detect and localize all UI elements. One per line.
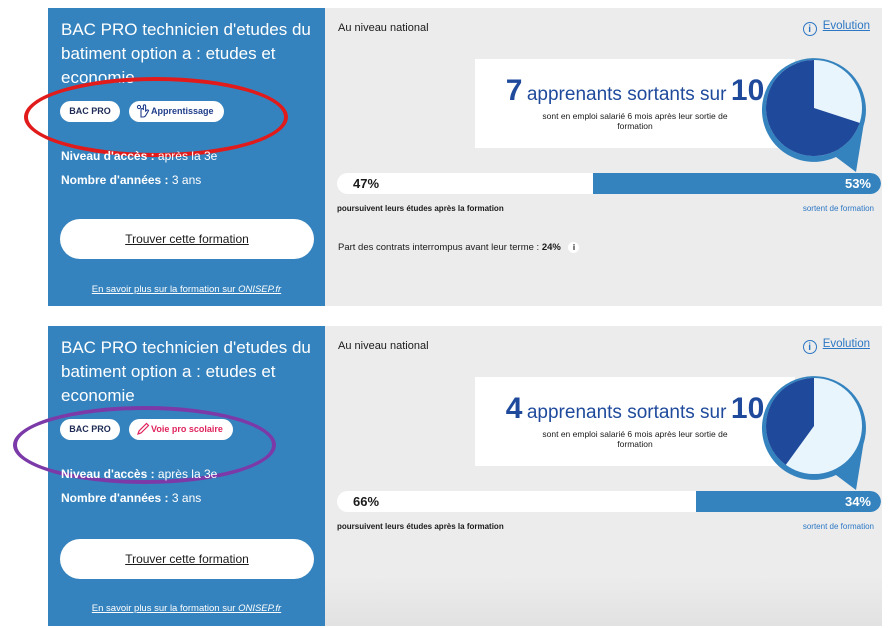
bar-right-segment: 34% [696, 491, 881, 512]
employment-pie-chart [761, 58, 866, 173]
stat-number: 4 [505, 392, 523, 425]
employment-pie-chart [761, 376, 866, 490]
formation-card-scolaire: BAC PRO technicien d'etudes du batiment … [13, 326, 882, 626]
bar-right-label: sortent de formation [802, 522, 874, 531]
national-label: Au niveau national [338, 340, 429, 352]
fade-overlay [325, 576, 882, 626]
formation-panel: BAC PRO technicien d'etudes du batiment … [24, 8, 325, 306]
evolution-link-text[interactable]: Evolution [823, 338, 870, 350]
stat-headline: 7 apprenants sortants sur 10 [475, 76, 795, 106]
annees-value: 3 ans [171, 491, 202, 505]
interrupt-value: 24% [541, 242, 561, 253]
annees-label: Nombre d'années : [61, 491, 169, 505]
evolution-link-text[interactable]: Evolution [823, 20, 870, 32]
formation-title: BAC PRO technicien d'etudes du batiment … [61, 20, 311, 87]
bar-left-label: poursuivent leurs études après la format… [337, 204, 504, 213]
employment-stat-box: 4 apprenants sortants sur 10 sont en emp… [475, 377, 795, 466]
bar-right-label: sortent de formation [802, 204, 874, 213]
stats-panel: Au niveau national i Evolution 7 apprenan… [325, 8, 882, 306]
info-circle-icon[interactable]: i [802, 340, 817, 354]
national-label: Au niveau national [338, 22, 429, 34]
onisep-link-text[interactable]: En savoir plus sur la formation sur [92, 603, 236, 614]
niveau-value: après la 3e [157, 467, 218, 481]
bar-left-value: 66% [353, 494, 380, 509]
info-icon[interactable]: i [568, 242, 580, 253]
onisep-link[interactable]: En savoir plus sur la formation sur ONIS… [48, 284, 325, 295]
voie-badge-label: Voie pro scolaire [151, 424, 223, 434]
nombre-annees: Nombre d'années : 3 ans [61, 173, 201, 187]
stat-subtitle: sont en emploi salarié 6 mois après leur… [542, 111, 728, 131]
formation-panel: BAC PRO technicien d'etudes du batiment … [13, 326, 325, 626]
onisep-site[interactable]: ONISEP.fr [238, 284, 281, 295]
stats-panel: Au niveau national i Evolution 4 apprenan… [325, 326, 882, 626]
evolution-link[interactable]: i Evolution [802, 338, 870, 354]
onisep-link-text[interactable]: En savoir plus sur la formation sur [92, 284, 236, 295]
bar-right-value: 53% [844, 176, 871, 191]
outcome-bar: 66% 34% [337, 491, 881, 512]
niveau-label: Niveau d'accès : [61, 467, 155, 481]
stat-subtitle: sont en emploi salarié 6 mois après leur… [542, 429, 728, 449]
stat-headline: 4 apprenants sortants sur 10 [475, 394, 795, 424]
voie-badge-label: Apprentissage [151, 106, 214, 116]
niveau-acces: Niveau d'accès : après la 3e [61, 467, 217, 481]
pencil-icon [136, 422, 150, 436]
formation-card-apprentissage: BAC PRO technicien d'etudes du batiment … [24, 8, 882, 306]
find-formation-button[interactable]: Trouver cette formation [60, 539, 314, 579]
niveau-value: après la 3e [157, 149, 218, 163]
stat-text: apprenants sortants sur [526, 84, 727, 105]
bar-left-value: 47% [353, 176, 380, 191]
nombre-annees: Nombre d'années : 3 ans [61, 491, 201, 505]
formation-title: BAC PRO technicien d'etudes du batiment … [61, 338, 311, 405]
bar-left-label: poursuivent leurs études après la format… [337, 522, 504, 531]
outcome-bar: 47% 53% [337, 173, 881, 194]
interrupted-contracts: Part des contrats interrompus avant leur… [338, 242, 580, 253]
employment-stat-box: 7 apprenants sortants sur 10 sont en emp… [475, 59, 795, 148]
info-circle-icon[interactable]: i [802, 22, 817, 36]
diploma-badge: BAC PRO [60, 101, 120, 122]
onisep-link[interactable]: En savoir plus sur la formation sur ONIS… [48, 603, 325, 614]
find-formation-button[interactable]: Trouver cette formation [60, 219, 314, 259]
hand-icon [136, 104, 150, 118]
diploma-badge: BAC PRO [60, 419, 120, 440]
voie-badge: Voie pro scolaire [129, 419, 233, 440]
annees-value: 3 ans [171, 173, 202, 187]
niveau-label: Niveau d'accès : [61, 149, 155, 163]
annees-label: Nombre d'années : [61, 173, 169, 187]
bar-right-value: 34% [844, 494, 871, 509]
evolution-link[interactable]: i Evolution [802, 20, 870, 36]
onisep-site[interactable]: ONISEP.fr [238, 603, 281, 614]
interrupt-text: Part des contrats interrompus avant leur… [338, 242, 540, 253]
bar-right-segment: 53% [592, 173, 881, 194]
niveau-acces: Niveau d'accès : après la 3e [61, 149, 217, 163]
voie-badge: Apprentissage [129, 101, 224, 122]
stat-text: apprenants sortants sur [526, 402, 727, 423]
stat-number: 7 [505, 74, 523, 107]
